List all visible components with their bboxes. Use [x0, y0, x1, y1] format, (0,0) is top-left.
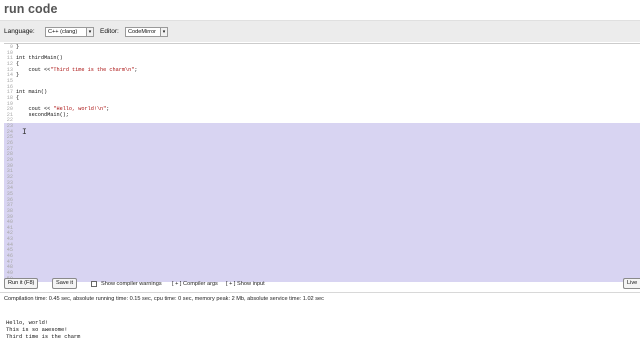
editor-select[interactable]: CodeMirror ▾ — [125, 27, 168, 37]
compilation-stats: Compilation time: 0.45 sec, absolute run… — [4, 296, 324, 302]
show-warnings-checkbox[interactable] — [91, 281, 97, 287]
run-button[interactable]: Run it (F8) — [4, 278, 39, 289]
output-line: Third time is the charm — [6, 334, 81, 340]
language-select[interactable]: C++ (clang) ▾ — [45, 27, 94, 37]
code-text: cout <<"Third time is the charm\n"; — [16, 66, 138, 73]
chevron-down-icon: ▾ — [86, 28, 93, 36]
show-input-link[interactable]: [ + ] Show input — [226, 281, 265, 287]
code-text: secondMain(); — [16, 111, 69, 118]
page-title: run code — [4, 2, 58, 16]
code-text: } — [16, 72, 20, 79]
live-button[interactable]: Live — [623, 278, 640, 289]
code-editor[interactable]: 9} 10 11 int thirdMain() 12{13 cout <<"Third… — [4, 43, 640, 283]
divider — [0, 292, 640, 293]
chevron-down-icon: ▾ — [160, 28, 167, 36]
save-button[interactable]: Save it — [52, 278, 78, 289]
language-select-value: C++ (clang) — [48, 29, 78, 35]
show-warnings-label: Show compiler warnings — [101, 280, 162, 287]
output-line: This is so awesome! — [6, 327, 68, 333]
editor-select-value: CodeMirror — [128, 29, 156, 35]
action-bar: Run it (F8) Save it Show compiler warnin… — [0, 276, 640, 292]
code-text: int main() — [16, 89, 48, 96]
editor-label: Editor: — [100, 28, 119, 35]
text-cursor-icon: I — [22, 128, 27, 137]
compiler-args-link[interactable]: [ + ] Compiler args — [172, 281, 218, 287]
toolbar: Language: C++ (clang) ▾ Editor: CodeMirr… — [0, 20, 640, 42]
code-text: } — [16, 44, 20, 50]
code-text: { — [16, 94, 20, 101]
code-text: int thirdMain() — [16, 55, 63, 62]
output-line: Hello, world! — [6, 320, 49, 326]
language-label: Language: — [4, 28, 35, 35]
program-output: Hello, world! This is so awesome! Third ti… — [6, 320, 80, 341]
